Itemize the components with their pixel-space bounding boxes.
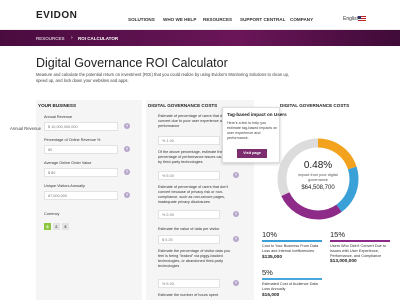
tooltip-title: Tag-based impact on Users (227, 112, 287, 117)
breadcrumb-separator-icon: › (71, 35, 73, 41)
help-icon[interactable]: ? (124, 123, 130, 129)
cost-field-label: Of the above percentage, estimate the pe… (158, 150, 229, 164)
nav-solutions[interactable]: SOLUTIONS (128, 17, 155, 22)
cost-field-label: Estimate of percentage of users that don… (158, 185, 229, 204)
stat-description: Users Who Didn't Convert Due to Issues w… (330, 244, 387, 258)
nav-resources[interactable]: RESOURCES (203, 17, 232, 22)
currency-eur-button[interactable]: € (62, 223, 69, 230)
impact-percent: 0.48% (303, 160, 333, 171)
cost-field-label: Estimate of percentage of users that don… (158, 114, 229, 128)
cost-field-label: Estimate the number of hours spent (158, 293, 219, 297)
breadcrumb-current: ROI CALCULATOR (78, 36, 119, 41)
order-value-label: Average Online Order Value (44, 161, 92, 165)
evidon-logo[interactable]: EVIDON (36, 10, 77, 21)
visit-page-button[interactable]: Visit page (237, 149, 267, 158)
results-heading: DIGITAL GOVERNANCE COSTS (280, 103, 350, 108)
stat-users-not-converted: 15% Users Who Didn't Convert Due to Issu… (330, 230, 390, 264)
help-icon[interactable]: ? (124, 169, 130, 175)
cost-privacy-input[interactable] (158, 210, 220, 219)
page-intro: Measure and calculate the potential retu… (36, 72, 290, 83)
cost-ux-input[interactable] (158, 136, 220, 145)
currency-usd-button[interactable]: $ (44, 223, 51, 230)
stat-description: Cost to Your Business From Data Loss and… (262, 244, 319, 253)
stat-amount: $135,000 (262, 254, 283, 260)
breadcrumb: RESOURCES › ROI CALCULATOR (0, 30, 400, 46)
order-value-input[interactable] (44, 168, 118, 177)
annual-revenue-result-label: Annual Revenue (10, 126, 41, 131)
stat-amount: $15,000 (262, 292, 280, 298)
stat-percent: 5% (262, 268, 273, 277)
stat-bar (330, 240, 390, 242)
stat-audience-data-loss: 5% Estimated Cost of Audience Data Loss … (262, 268, 322, 298)
nav-who-we-help[interactable]: WHO WE HELP (163, 17, 196, 22)
impact-amount: $64,508,700 (301, 185, 335, 191)
help-icon[interactable]: ? (233, 172, 239, 178)
costs-heading: DIGITAL GOVERNANCE COSTS (148, 103, 218, 108)
stat-percent: 10% (262, 230, 278, 239)
tooltip-body: Here's a link to help you estimate tag-b… (227, 121, 278, 140)
stat-data-loss: 10% Cost to Your Business From Data Loss… (262, 230, 322, 260)
online-revenue-input[interactable] (44, 145, 118, 154)
help-icon[interactable]: ? (124, 146, 130, 152)
cost-third-party-input[interactable] (158, 171, 220, 180)
help-icon[interactable]: ? (233, 211, 239, 217)
currency-gbp-button[interactable]: £ (53, 223, 60, 230)
language-selector[interactable]: English (343, 16, 359, 22)
us-flag-icon[interactable] (358, 16, 366, 21)
nav-support-central[interactable]: SUPPORT CENTRAL (240, 17, 285, 22)
tag-impact-tooltip: Tag-based impact on Users Here's a link … (222, 107, 287, 163)
top-navigation: EVIDON SOLUTIONS WHO WE HELP RESOURCES S… (0, 0, 400, 30)
stat-percent: 15% (330, 230, 346, 239)
cost-data-leak-input[interactable] (158, 279, 220, 288)
cost-field-label: Estimate the value of data per visitor (158, 227, 220, 231)
cost-field-label: Estimate the percentage of visitor data … (158, 249, 230, 268)
nav-company[interactable]: COMPANY (290, 17, 313, 22)
stat-bar (262, 240, 322, 242)
help-icon[interactable]: ? (233, 236, 239, 242)
page-title: Digital Governance ROI Calculator (36, 56, 228, 70)
annual-revenue-input[interactable] (44, 122, 118, 131)
annual-revenue-label: Annual Revenue (44, 115, 73, 119)
cost-data-value-input[interactable] (158, 235, 220, 244)
business-heading: YOUR BUSINESS (38, 103, 77, 108)
online-revenue-label: Percentage of Online Revenue % (44, 138, 101, 142)
stat-description: Estimated Cost of Audience Data Loss Ann… (262, 282, 318, 291)
unique-visitors-input[interactable] (44, 191, 118, 200)
help-icon[interactable]: ? (233, 280, 239, 286)
currency-label: Currency (44, 212, 60, 216)
stat-amount: $13,000,000 (330, 259, 357, 265)
impact-caption: impact from poor digital governance (298, 173, 338, 182)
unique-visitors-label: Unique Visitors Annually (44, 184, 85, 188)
stat-bar (262, 278, 322, 280)
help-icon[interactable]: ? (124, 192, 130, 198)
breadcrumb-resources[interactable]: RESOURCES (36, 36, 65, 41)
